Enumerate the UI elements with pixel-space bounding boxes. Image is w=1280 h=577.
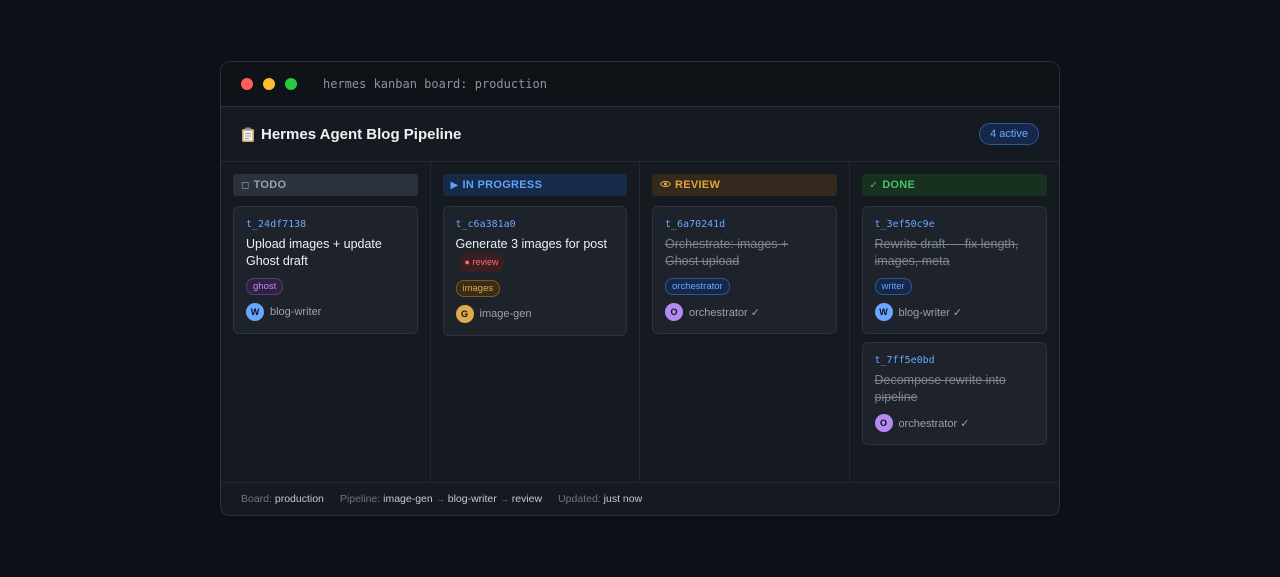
task-id[interactable]: t_c6a381a0	[456, 219, 615, 230]
task-assignee: W blog-writer	[246, 303, 405, 321]
task-tag: writer	[874, 278, 912, 295]
task-title: Decompose rewrite into pipeline	[874, 373, 1006, 404]
column-header-done: ✓ DONE	[861, 174, 1047, 196]
task-card[interactable]: t_3ef50c9e Rewrite draft — fix length, i…	[861, 206, 1047, 334]
task-title: Generate 3 images for post	[455, 237, 607, 251]
assignee-name: orchestrator ✓	[689, 306, 760, 319]
arrow-right-icon: →	[499, 494, 509, 504]
close-window-button[interactable]	[241, 78, 253, 90]
footer-board: Board: production	[241, 493, 324, 505]
footer-pipeline: Pipeline: image-gen → blog-writer → review	[340, 493, 542, 505]
window-title: hermes kanban board: production	[323, 77, 547, 91]
footer-updated-label: Updated:	[558, 493, 601, 505]
column-label: IN PROGRESS	[462, 179, 543, 191]
avatar: W	[874, 303, 893, 321]
task-id[interactable]: t_7ff5e0bd	[875, 355, 1035, 366]
footer-updated-value: just now	[603, 493, 643, 505]
column-label: TODO	[253, 179, 287, 191]
kanban-board: ◻ TODO t_24df7138 Upload images + update…	[221, 162, 1059, 483]
page-title: Hermes Agent Blog Pipeline	[241, 126, 461, 143]
minimize-window-button[interactable]	[263, 78, 275, 90]
task-assignee: W blog-writer ✓	[874, 303, 1035, 321]
pipeline-step: review	[511, 493, 543, 505]
maximize-window-button[interactable]	[285, 78, 297, 90]
play-icon: ▶	[450, 179, 459, 191]
column-todo: ◻ TODO t_24df7138 Upload images + update…	[221, 162, 431, 482]
task-tag: orchestrator	[665, 278, 730, 295]
footer-board-value: production	[274, 493, 324, 505]
avatar: O	[874, 414, 893, 432]
assignee-name: blog-writer	[270, 306, 322, 318]
arrow-right-icon: →	[435, 494, 445, 504]
task-tag: images	[455, 280, 501, 297]
board-header: Hermes Agent Blog Pipeline 4 active	[221, 107, 1059, 162]
task-tag: ghost	[246, 278, 284, 295]
task-title: Upload images + update Ghost draft	[246, 237, 382, 268]
task-assignee: G image-gen	[455, 305, 615, 323]
column-done: ✓ DONE t_3ef50c9e Rewrite draft — fix le…	[850, 162, 1060, 482]
column-review: REVIEW t_6a70241d Orchestrate: images + …	[640, 162, 850, 482]
pipeline-step: blog-writer	[447, 493, 497, 505]
task-title-wrap: Generate 3 images for post ● review	[456, 236, 615, 272]
task-card[interactable]: t_c6a381a0 Generate 3 images for post ● …	[442, 206, 627, 336]
avatar: W	[246, 303, 264, 321]
assignee-name: blog-writer ✓	[898, 306, 963, 319]
active-count-badge: 4 active	[979, 123, 1039, 145]
status-footer: Board: production Pipeline: image-gen → bl…	[221, 483, 1059, 515]
task-assignee: O orchestrator ✓	[874, 414, 1035, 432]
task-title: Rewrite draft — fix length, images, meta	[874, 237, 1019, 268]
review-status-label: review	[472, 257, 499, 267]
task-id[interactable]: t_6a70241d	[665, 219, 824, 230]
kanban-window: hermes kanban board: production Hermes A…	[220, 61, 1060, 516]
column-header-in-progress: ▶ IN PROGRESS	[442, 174, 627, 196]
column-header-todo: ◻ TODO	[233, 174, 418, 196]
check-icon: ✓	[869, 179, 879, 191]
footer-pipeline-label: Pipeline:	[339, 493, 381, 505]
assignee-name: orchestrator ✓	[898, 417, 970, 430]
task-assignee: O orchestrator ✓	[665, 303, 824, 321]
avatar: O	[665, 303, 683, 321]
status-dot-icon: ●	[464, 257, 470, 267]
task-title: Orchestrate: images + Ghost upload	[665, 237, 789, 268]
column-label: DONE	[882, 179, 916, 191]
footer-board-label: Board:	[241, 493, 272, 505]
column-header-review: REVIEW	[652, 174, 837, 196]
task-card[interactable]: t_24df7138 Upload images + update Ghost …	[233, 206, 418, 334]
square-icon: ◻	[241, 179, 250, 191]
task-id[interactable]: t_3ef50c9e	[875, 219, 1035, 230]
column-in-progress: ▶ IN PROGRESS t_c6a381a0 Generate 3 imag…	[431, 162, 640, 482]
assignee-name: image-gen	[479, 308, 532, 320]
clipboard-icon	[241, 127, 255, 142]
task-card[interactable]: t_7ff5e0bd Decompose rewrite into pipeli…	[861, 342, 1047, 445]
column-label: REVIEW	[675, 179, 721, 191]
task-card[interactable]: t_6a70241d Orchestrate: images + Ghost u…	[652, 206, 837, 334]
avatar: G	[455, 305, 474, 323]
board-title-text: Hermes Agent Blog Pipeline	[261, 125, 462, 143]
footer-updated: Updated: just now	[558, 493, 642, 505]
pipeline-step: image-gen	[383, 493, 433, 505]
task-id[interactable]: t_24df7138	[246, 219, 405, 230]
title-bar: hermes kanban board: production	[221, 62, 1059, 107]
review-status-badge: ● review	[459, 253, 505, 272]
eye-icon	[659, 180, 672, 191]
